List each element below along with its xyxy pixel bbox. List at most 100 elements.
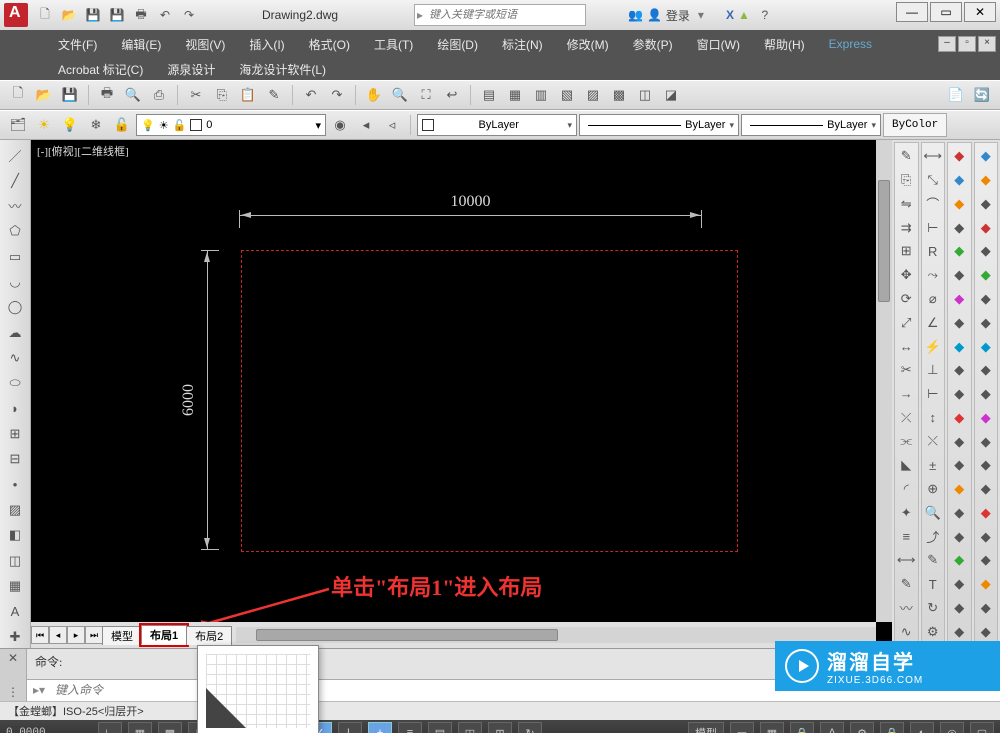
dim-angular-icon[interactable]: ∠ xyxy=(922,312,944,333)
ext-b13-icon[interactable]: ◆ xyxy=(975,431,997,452)
tool-preview-icon[interactable]: 🔍 xyxy=(121,83,145,107)
ext-b16-icon[interactable]: ◆ xyxy=(975,502,997,523)
tool-zoom-icon[interactable]: 🔍 xyxy=(388,83,412,107)
modify-join-icon[interactable]: ⫘ xyxy=(895,431,917,452)
tab-model[interactable]: 模型 xyxy=(102,626,142,645)
modify-break-icon[interactable]: ⤫ xyxy=(895,407,917,428)
ext-a18-icon[interactable]: ◆ xyxy=(948,550,970,571)
menu-file[interactable]: 文件(F) xyxy=(46,32,109,57)
ext-a6-icon[interactable]: ◆ xyxy=(948,265,970,286)
region-icon[interactable]: ◫ xyxy=(3,550,27,572)
tool-convert-icon[interactable]: 🔄 xyxy=(970,83,994,107)
ext-b21-icon[interactable]: ◆ xyxy=(975,621,997,642)
gradient-icon[interactable]: ◧ xyxy=(3,524,27,546)
status-quickview-icon[interactable]: ▦ xyxy=(760,722,784,733)
layer-sun-icon[interactable]: ☀ xyxy=(32,113,56,137)
mdi-restore-button[interactable]: ▫ xyxy=(958,36,976,52)
tool-block-icon[interactable]: ◫ xyxy=(633,83,657,107)
ext-b5-icon[interactable]: ◆ xyxy=(975,241,997,262)
ext-a8-icon[interactable]: ◆ xyxy=(948,312,970,333)
qat-saveas-icon[interactable]: 💾 xyxy=(106,4,128,26)
dim-center-icon[interactable]: ⊕ xyxy=(922,479,944,500)
tool-zoomwin-icon[interactable]: ⛶ xyxy=(414,83,438,107)
ext-a14-icon[interactable]: ◆ xyxy=(948,455,970,476)
status-ws-icon[interactable]: ⚙ xyxy=(850,722,874,733)
dim-radius-icon[interactable]: R xyxy=(922,241,944,262)
modify-chamfer-icon[interactable]: ◣ xyxy=(895,455,917,476)
dim-inspect-icon[interactable]: 🔍 xyxy=(922,502,944,523)
status-toolbarlock-icon[interactable]: 🔒 xyxy=(880,722,904,733)
status-isolate-icon[interactable]: ◎ xyxy=(940,722,964,733)
qat-open-icon[interactable]: 📂 xyxy=(58,4,80,26)
dim-quick-icon[interactable]: ⚡ xyxy=(922,336,944,357)
dim-baseline-icon[interactable]: ⊥ xyxy=(922,360,944,381)
ext-b9-icon[interactable]: ◆ xyxy=(975,336,997,357)
layer-freeze-icon[interactable]: ❄ xyxy=(84,113,108,137)
dim-linear-icon[interactable]: ⟷ xyxy=(922,146,944,167)
tool-redo-icon[interactable]: ↷ xyxy=(325,83,349,107)
layer-props-icon[interactable]: 🗂 xyxy=(6,113,30,137)
status-am-icon[interactable]: ↻ xyxy=(518,722,542,733)
modify-copy-icon[interactable]: ⎘ xyxy=(895,170,917,191)
menu-modify[interactable]: 修改(M) xyxy=(555,32,621,57)
dim-style-icon[interactable]: ⚙ xyxy=(922,621,944,642)
dim-space-icon[interactable]: ↕ xyxy=(922,407,944,428)
ext-a17-icon[interactable]: ◆ xyxy=(948,526,970,547)
qat-save-icon[interactable]: 💾 xyxy=(82,4,104,26)
dim-update-icon[interactable]: ↻ xyxy=(922,597,944,618)
layer-lock-icon[interactable]: 🔓 xyxy=(110,113,134,137)
line-icon[interactable]: ／ xyxy=(3,144,27,166)
tool-new-icon[interactable]: 🗋 xyxy=(6,83,30,107)
modify-scale-icon[interactable]: ⤢ xyxy=(895,312,917,333)
plotstyle-combo[interactable]: ByColor xyxy=(883,113,947,137)
menu-window[interactable]: 窗口(W) xyxy=(685,32,752,57)
status-hardware-icon[interactable]: ◐ xyxy=(910,722,934,733)
ellipse-arc-icon[interactable]: ◗ xyxy=(3,397,27,419)
dim-ordinate-icon[interactable]: ⊢ xyxy=(922,217,944,238)
status-dyn-icon[interactable]: + xyxy=(368,722,392,733)
revcloud-icon[interactable]: ☁ xyxy=(3,321,27,343)
tool-open-icon[interactable]: 📂 xyxy=(32,83,56,107)
tool-markup-icon[interactable]: ▨ xyxy=(581,83,605,107)
menu-help[interactable]: 帮助(H) xyxy=(752,32,817,57)
ext-b7-icon[interactable]: ◆ xyxy=(975,289,997,310)
polygon-icon[interactable]: ⬠ xyxy=(3,220,27,242)
status-sc-icon[interactable]: ⊞ xyxy=(488,722,512,733)
ext-a1-icon[interactable]: ◆ xyxy=(948,146,970,167)
ext-b2-icon[interactable]: ◆ xyxy=(975,170,997,191)
ext-a3-icon[interactable]: ◆ xyxy=(948,194,970,215)
ext-a12-icon[interactable]: ◆ xyxy=(948,407,970,428)
ext-a21-icon[interactable]: ◆ xyxy=(948,621,970,642)
status-ducs-icon[interactable]: L xyxy=(338,722,362,733)
tool-copy-icon[interactable]: ⎘ xyxy=(210,83,234,107)
modify-rotate-icon[interactable]: ⟳ xyxy=(895,289,917,310)
ext-b10-icon[interactable]: ◆ xyxy=(975,360,997,381)
modify-explode-icon[interactable]: ✦ xyxy=(895,502,917,523)
window-close-button[interactable]: ✕ xyxy=(964,2,996,22)
ext-a9-icon[interactable]: ◆ xyxy=(948,336,970,357)
menu-parametric[interactable]: 参数(P) xyxy=(621,32,685,57)
tool-zoomprev-icon[interactable]: ↩ xyxy=(440,83,464,107)
ext-b11-icon[interactable]: ◆ xyxy=(975,384,997,405)
rectangle-icon[interactable]: ▭ xyxy=(3,245,27,267)
ext-b8-icon[interactable]: ◆ xyxy=(975,312,997,333)
status-grid-icon[interactable]: ▩ xyxy=(158,722,182,733)
tool-print-icon[interactable]: 🖶 xyxy=(95,83,119,107)
tool-properties-icon[interactable]: ▤ xyxy=(477,83,501,107)
table-icon[interactable]: ▦ xyxy=(3,575,27,597)
status-annoscale-icon[interactable]: 🔒 xyxy=(790,722,814,733)
dim-diameter-icon[interactable]: ⌀ xyxy=(922,289,944,310)
ext-b18-icon[interactable]: ◆ xyxy=(975,550,997,571)
ext-a4-icon[interactable]: ◆ xyxy=(948,217,970,238)
make-block-icon[interactable]: ⊟ xyxy=(3,448,27,470)
help-search-input[interactable] xyxy=(425,9,585,21)
status-snap-icon[interactable]: ▦ xyxy=(128,722,152,733)
dim-tedit-icon[interactable]: T xyxy=(922,574,944,595)
layer-iso-icon[interactable]: ◃ xyxy=(380,113,404,137)
tab-first-button[interactable]: ⏮ xyxy=(31,626,49,644)
status-annovis-icon[interactable]: A xyxy=(820,722,844,733)
exchange-x-icon[interactable]: X xyxy=(726,8,734,22)
dim-jogged-icon[interactable]: ⤳ xyxy=(922,265,944,286)
modify-pedit-icon[interactable]: 〰 xyxy=(895,597,917,618)
modify-offset-icon[interactable]: ⇉ xyxy=(895,217,917,238)
